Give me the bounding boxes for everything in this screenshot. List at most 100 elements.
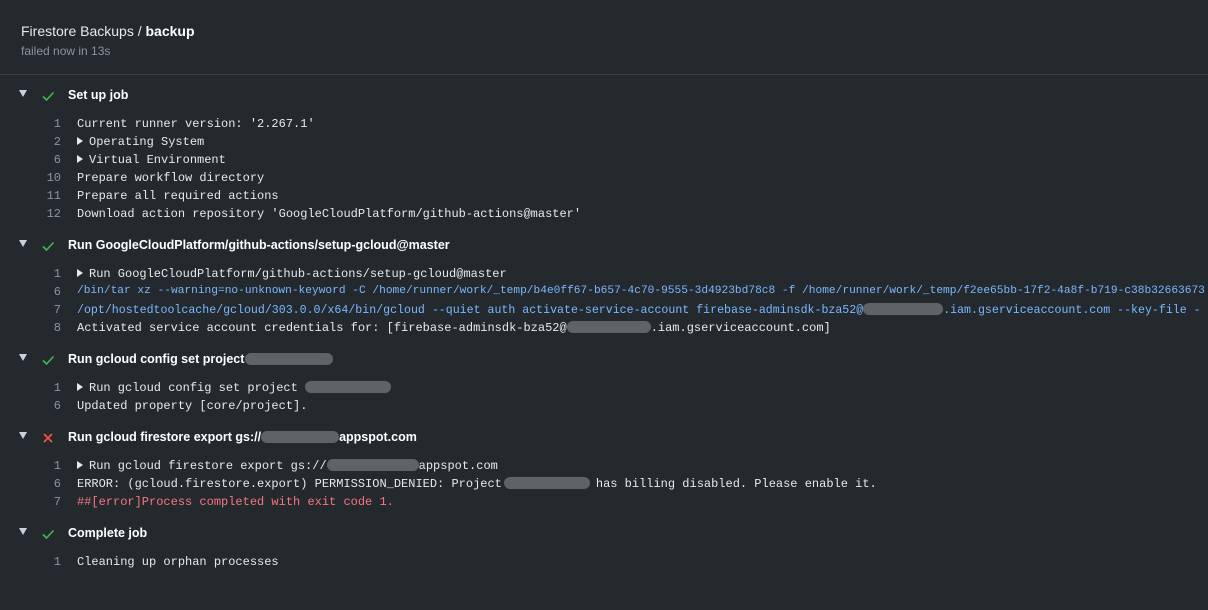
redacted-value <box>245 353 334 365</box>
log-text-part: .iam.gserviceaccount.com --key-file - <box>943 304 1201 317</box>
redacted-value <box>326 459 419 471</box>
log-text: Activated service account credentials fo… <box>77 321 831 335</box>
log-text: Prepare workflow directory <box>77 171 265 185</box>
log-text: Operating System <box>89 135 205 149</box>
step-config-set-project[interactable]: Run gcloud config set project <box>0 351 1208 373</box>
step-firestore-export[interactable]: Run gcloud firestore export gs:// appspot… <box>0 429 1208 451</box>
step-label-text: Run gcloud firestore export gs:// <box>68 430 262 444</box>
log-line: 6/bin/tar xz --warning=no-unknown-keywor… <box>0 285 1208 303</box>
step-label: Set up job <box>68 88 129 102</box>
line-number[interactable]: 6 <box>36 399 61 413</box>
log-text: appspot.com <box>418 459 498 473</box>
caret-down-icon[interactable] <box>19 432 27 439</box>
line-number[interactable]: 6 <box>36 285 61 299</box>
redacted-value <box>304 381 391 393</box>
line-number[interactable]: 1 <box>36 459 61 473</box>
page-title: Firestore Backups / backup <box>21 23 195 39</box>
step-label: Run gcloud firestore export gs:// appspot… <box>68 430 417 444</box>
line-number[interactable]: 1 <box>36 381 61 395</box>
log-text: ERROR: (gcloud.firestore.export) PERMISS… <box>77 477 877 491</box>
log-line[interactable]: 1 Run gcloud config set project <box>0 381 1208 399</box>
caret-right-icon <box>77 461 83 469</box>
log-text: Virtual Environment <box>89 153 226 167</box>
caret-right-icon <box>77 269 83 277</box>
log-group[interactable]: Virtual Environment <box>77 153 226 167</box>
check-icon <box>42 91 55 102</box>
line-number[interactable]: 2 <box>36 135 61 149</box>
caret-down-icon[interactable] <box>19 354 27 361</box>
log-line[interactable]: 6 Virtual Environment <box>0 153 1208 171</box>
step-complete-job[interactable]: Complete job <box>0 525 1208 547</box>
log-text: Updated property [core/project]. <box>77 399 308 413</box>
job-status: failed now in 13s <box>21 44 111 58</box>
step-label: Run gcloud config set project <box>68 352 334 366</box>
log-text-part: .iam.gserviceaccount.com] <box>650 321 831 335</box>
log-line[interactable]: 2 Operating System <box>0 135 1208 153</box>
line-number[interactable]: 11 <box>36 189 61 203</box>
workflow-name[interactable]: Firestore Backups <box>21 23 134 39</box>
log-line: 7 ##[error]Process completed with exit co… <box>0 495 1208 513</box>
log-text: Run gcloud firestore export gs:// <box>89 459 327 473</box>
log-text: Cleaning up orphan processes <box>77 555 279 569</box>
x-icon <box>43 433 53 443</box>
log-group[interactable]: Run gcloud config set project <box>77 381 391 395</box>
log-group[interactable]: Run gcloud firestore export gs:// appspot… <box>77 459 498 473</box>
log-text: Prepare all required actions <box>77 189 279 203</box>
log-text-part: ERROR: (gcloud.firestore.export) PERMISS… <box>77 477 502 491</box>
step-label: Run GoogleCloudPlatform/github-actions/s… <box>68 238 450 252</box>
log-line[interactable]: 1 Run gcloud firestore export gs:// appspo… <box>0 459 1208 477</box>
caret-right-icon <box>77 383 83 391</box>
log-group[interactable]: Operating System <box>77 135 204 149</box>
line-number[interactable]: 6 <box>36 153 61 167</box>
redacted-value <box>503 477 590 489</box>
step-setup-gcloud[interactable]: Run GoogleCloudPlatform/github-actions/s… <box>0 237 1208 259</box>
log-text: Download action repository 'GoogleCloudP… <box>77 207 582 221</box>
line-number[interactable]: 1 <box>36 555 61 569</box>
redacted-value <box>566 321 651 333</box>
step-label-text: Run gcloud config set project <box>68 352 245 366</box>
log-text-part: Activated service account credentials fo… <box>77 321 567 335</box>
redacted-value <box>261 431 340 443</box>
check-icon <box>42 529 55 540</box>
log-text: /opt/hostedtoolcache/gcloud/303.0.0/x64/… <box>77 303 1201 317</box>
line-number[interactable]: 10 <box>36 171 61 185</box>
log-line: 10 Prepare workflow directory <box>0 171 1208 189</box>
log-text: Run GoogleCloudPlatform/github-actions/s… <box>89 267 507 281</box>
check-icon <box>42 241 55 252</box>
title-separator: / <box>137 23 142 39</box>
log-line: 6 ERROR: (gcloud.firestore.export) PERMIS… <box>0 477 1208 495</box>
log-line: 7/opt/hostedtoolcache/gcloud/303.0.0/x64… <box>0 303 1208 321</box>
log-line: 8 Activated service account credentials f… <box>0 321 1208 339</box>
caret-down-icon[interactable] <box>19 90 27 97</box>
redacted-value <box>863 303 944 315</box>
log-text: Current runner version: '2.267.1' <box>77 117 315 131</box>
check-icon <box>42 355 55 366</box>
caret-right-icon <box>77 155 83 163</box>
caret-right-icon <box>77 137 83 145</box>
log-text-part: has billing disabled. Please enable it. <box>595 477 877 491</box>
line-number[interactable]: 12 <box>36 207 61 221</box>
step-label-text: appspot.com <box>339 430 417 444</box>
log-line: 1 Current runner version: '2.267.1' <box>0 117 1208 135</box>
line-number[interactable]: 8 <box>36 321 61 335</box>
log-text: /bin/tar xz --warning=no-unknown-keyword… <box>77 285 1205 297</box>
caret-down-icon[interactable] <box>19 240 27 247</box>
caret-down-icon[interactable] <box>19 528 27 535</box>
job-log-panel: Firestore Backups / backup failed now in… <box>0 0 1208 610</box>
step-set-up-job[interactable]: Set up job <box>0 87 1208 109</box>
line-number[interactable]: 6 <box>36 477 61 491</box>
line-number[interactable]: 1 <box>36 117 61 131</box>
log-group[interactable]: Run GoogleCloudPlatform/github-actions/s… <box>77 267 507 281</box>
log-line: 12 Download action repository 'GoogleClou… <box>0 207 1208 225</box>
log-line: 6 Updated property [core/project]. <box>0 399 1208 417</box>
line-number[interactable]: 1 <box>36 267 61 281</box>
log-line: 11 Prepare all required actions <box>0 189 1208 207</box>
line-number[interactable]: 7 <box>36 495 61 509</box>
log-line[interactable]: 1 Run GoogleCloudPlatform/github-actions/… <box>0 267 1208 285</box>
log-text: Run gcloud config set project <box>89 381 298 395</box>
step-label: Complete job <box>68 526 148 540</box>
job-header: Firestore Backups / backup failed now in… <box>0 2 1208 75</box>
line-number[interactable]: 7 <box>36 303 61 317</box>
error-text: ##[error]Process completed with exit cod… <box>77 495 394 509</box>
log-line: 1 Cleaning up orphan processes <box>0 555 1208 573</box>
